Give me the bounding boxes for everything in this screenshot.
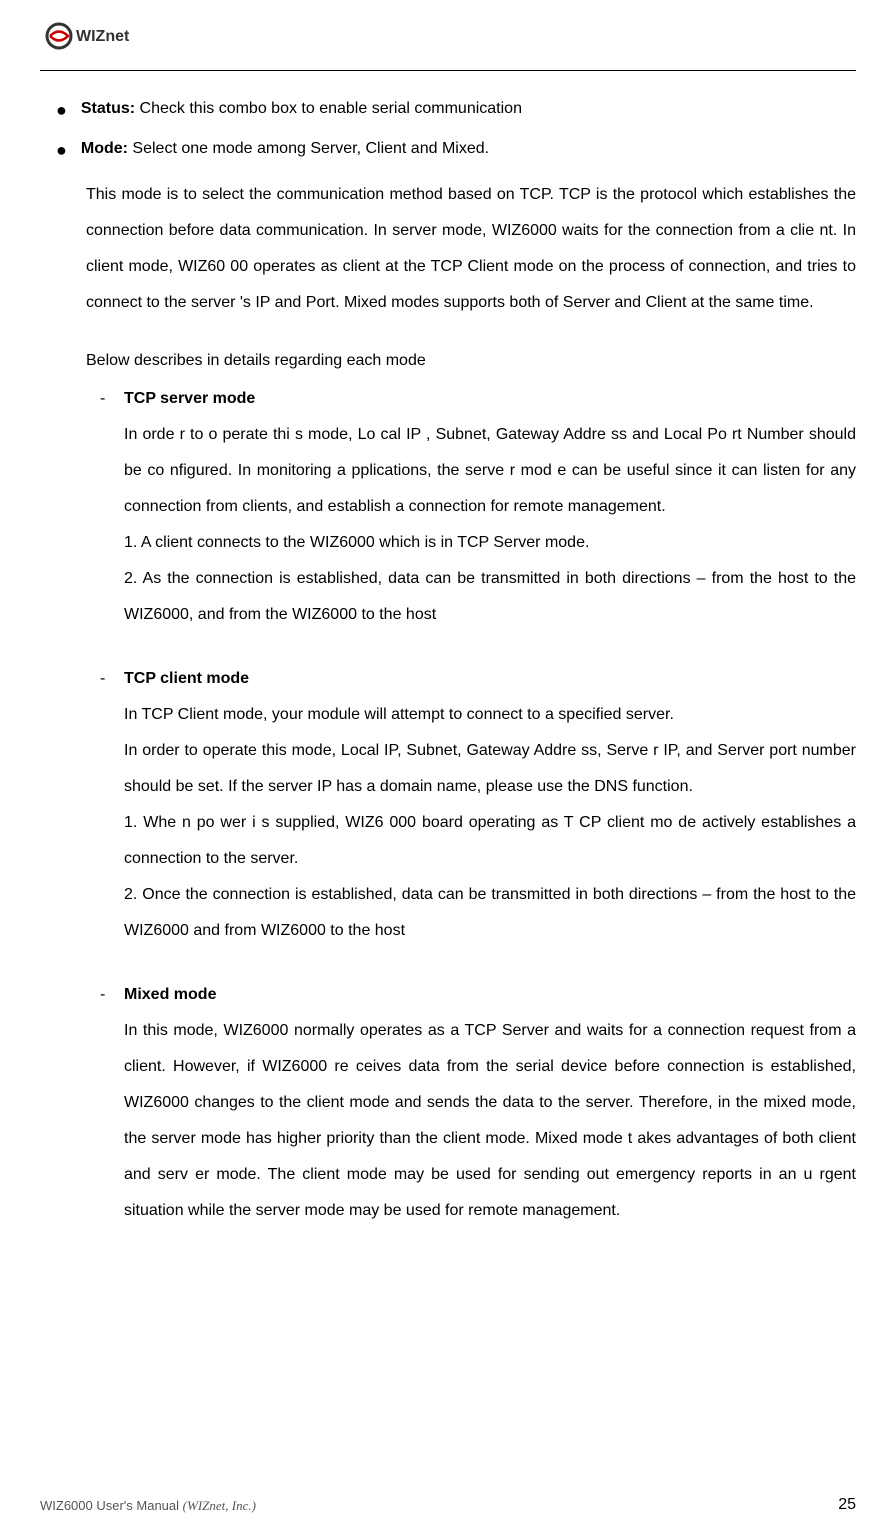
footer-left: WIZ6000 User's Manual (WIZnet, Inc.) xyxy=(40,1498,256,1514)
svg-text:WIZnet: WIZnet xyxy=(76,28,130,45)
bullet-mode: ● Mode: Select one mode among Server, Cl… xyxy=(56,137,856,161)
tcp-server-body: In orde r to o perate thi s mode, Lo cal… xyxy=(124,417,856,633)
dash-marker-icon: - xyxy=(100,983,124,1007)
tcp-server-section: - TCP server mode In orde r to o perate … xyxy=(100,387,856,633)
footer-left-plain: WIZ6000 User's Manual xyxy=(40,1498,183,1513)
tcp-client-section: - TCP client mode In TCP Client mode, yo… xyxy=(100,667,856,949)
page-number: 25 xyxy=(838,1496,856,1514)
mode-body: This mode is to select the communication… xyxy=(86,177,856,1229)
dash-marker-icon: - xyxy=(100,387,124,411)
bullet-dot-icon: ● xyxy=(56,99,67,121)
header-divider xyxy=(40,70,856,71)
footer-left-italic: (WIZnet, Inc.) xyxy=(183,1498,256,1513)
status-label: Status: xyxy=(81,100,135,117)
mixed-title: Mixed mode xyxy=(124,983,856,1007)
mode-para1: This mode is to select the communication… xyxy=(86,177,856,321)
tcp-client-body: In TCP Client mode, your module will att… xyxy=(124,697,856,949)
tcp-server-title: TCP server mode xyxy=(124,387,856,411)
logo-area: WIZnet xyxy=(40,20,856,60)
mode-intro: Below describes in details regarding eac… xyxy=(86,343,856,379)
mixed-mode-section: - Mixed mode In this mode, WIZ6000 norma… xyxy=(100,983,856,1229)
wiznet-logo: WIZnet xyxy=(40,20,180,60)
mixed-body: In this mode, WIZ6000 normally operates … xyxy=(124,1013,856,1229)
mode-label: Mode: xyxy=(81,140,128,157)
bullet-dot-icon: ● xyxy=(56,139,67,161)
mode-text: Select one mode among Server, Client and… xyxy=(128,140,489,157)
footer: WIZ6000 User's Manual (WIZnet, Inc.) 25 xyxy=(40,1496,856,1514)
bullet-mode-text: Mode: Select one mode among Server, Clie… xyxy=(81,137,489,161)
dash-marker-icon: - xyxy=(100,667,124,691)
tcp-client-title: TCP client mode xyxy=(124,667,856,691)
status-text: Check this combo box to enable serial co… xyxy=(135,100,522,117)
bullet-status-text: Status: Check this combo box to enable s… xyxy=(81,97,522,121)
bullet-status: ● Status: Check this combo box to enable… xyxy=(56,97,856,121)
